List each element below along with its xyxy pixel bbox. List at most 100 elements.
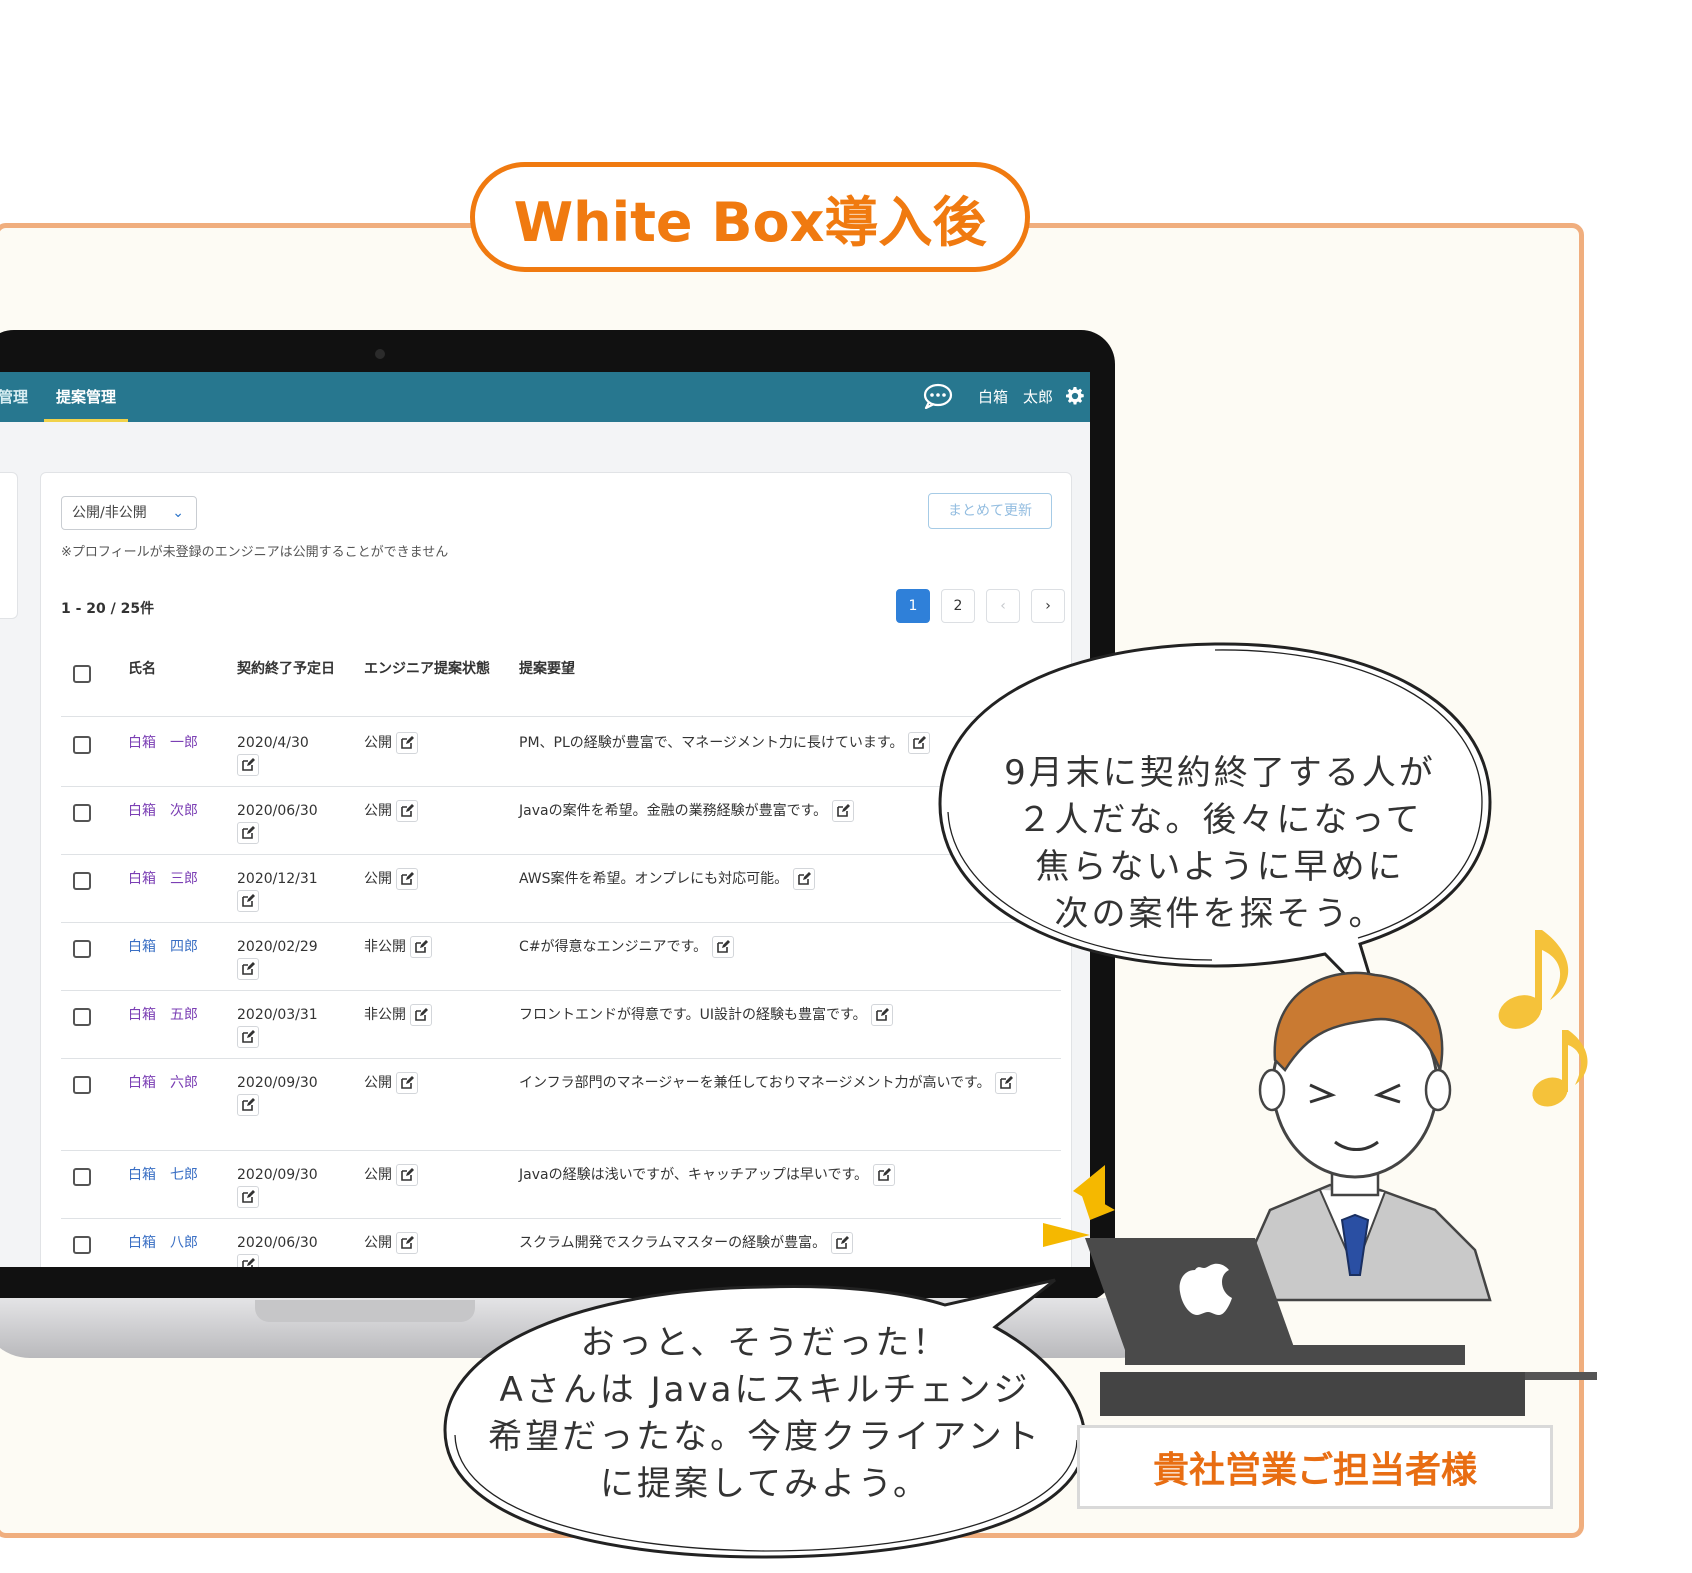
page-1-button[interactable]: 1 <box>896 589 930 623</box>
edit-icon[interactable] <box>237 958 259 980</box>
edit-icon[interactable] <box>396 1164 419 1186</box>
end-date-cell: 2020/03/31 <box>237 1004 347 1048</box>
status-cell: 非公開 <box>364 936 433 958</box>
end-date-cell: 2020/02/29 <box>237 936 347 980</box>
engineer-name-link[interactable]: 白箱 三郎 <box>128 868 198 890</box>
edit-icon[interactable] <box>237 890 259 912</box>
engineer-name-link[interactable]: 白箱 八郎 <box>128 1232 198 1254</box>
status-cell: 公開 <box>364 1164 419 1186</box>
status-cell: 公開 <box>364 1072 419 1094</box>
bubble-bottom-text: おっと、そうだった！ Aさんは Javaにスキルチェンジ 希望だったな。今度クラ… <box>455 1320 1075 1508</box>
request-cell: スクラム開発でスクラムマスターの経験が豊富。 <box>519 1232 1079 1254</box>
yellow-arrows-icon <box>1043 1165 1105 1247</box>
prev-page-button[interactable]: ‹ <box>986 589 1020 623</box>
proposal-card: 公開/非公開 ⌄ まとめて更新 ※プロフィールが未登録のエンジニアは公開すること… <box>40 472 1072 1267</box>
row-divider <box>61 1218 1061 1219</box>
bubble-right-line-3: 焦らないように早めに <box>1035 847 1405 887</box>
header-badge: White Box導入後 <box>470 162 1030 272</box>
edit-icon[interactable] <box>396 1072 419 1094</box>
engineer-name-link[interactable]: 白箱 六郎 <box>128 1072 198 1094</box>
page-2-button[interactable]: 2 <box>941 589 975 623</box>
row-checkbox[interactable] <box>73 872 91 890</box>
edit-icon[interactable] <box>237 1094 259 1116</box>
end-date-cell: 2020/09/30 <box>237 1164 347 1208</box>
bubble-bottom-line-2: Aさんは Javaにスキルチェンジ <box>499 1370 1031 1410</box>
edit-icon[interactable] <box>396 732 419 754</box>
edit-icon[interactable] <box>396 868 419 890</box>
engineer-name-link[interactable]: 白箱 四郎 <box>128 936 198 958</box>
gear-icon[interactable] <box>1066 387 1084 405</box>
end-date-cell: 2020/06/30 <box>237 1232 347 1267</box>
app-screen: 管理 提案管理 白箱 太郎 公開/非公開 ⌄ まとめて更新 ※プロフィールが未登… <box>0 372 1090 1267</box>
edit-icon[interactable] <box>396 800 419 822</box>
bubble-right-text: 9月末に契約終了する人が ２人だな。後々になって 焦らないように早めに 次の案件… <box>960 750 1480 938</box>
row-divider <box>61 990 1061 991</box>
edit-icon[interactable] <box>237 822 259 844</box>
edit-icon[interactable] <box>871 1004 894 1026</box>
desk <box>1100 1372 1525 1416</box>
edit-icon[interactable] <box>792 868 815 890</box>
row-checkbox[interactable] <box>73 736 91 754</box>
edit-icon[interactable] <box>237 1186 259 1208</box>
row-checkbox[interactable] <box>73 940 91 958</box>
row-divider <box>61 854 1061 855</box>
user-name[interactable]: 白箱 太郎 <box>978 372 1053 422</box>
end-date-cell: 2020/06/30 <box>237 800 347 844</box>
row-divider <box>61 786 1061 787</box>
column-header-request: 提案要望 <box>519 661 575 677</box>
end-date-cell: 2020/09/30 <box>237 1072 347 1116</box>
header-divider <box>61 716 1061 717</box>
engineer-name-link[interactable]: 白箱 一郎 <box>128 732 198 754</box>
select-all-checkbox[interactable] <box>73 665 91 683</box>
row-checkbox[interactable] <box>73 804 91 822</box>
row-checkbox[interactable] <box>73 1076 91 1094</box>
edit-icon[interactable] <box>711 936 734 958</box>
status-cell: 公開 <box>364 800 419 822</box>
top-nav-bar: 管理 提案管理 白箱 太郎 <box>0 372 1090 422</box>
tab-proposal-management[interactable]: 提案管理 <box>44 372 129 422</box>
next-page-button[interactable]: › <box>1031 589 1065 623</box>
edit-icon[interactable] <box>237 1254 259 1267</box>
engineer-name-link[interactable]: 白箱 七郎 <box>128 1164 198 1186</box>
left-panel-card <box>0 472 18 619</box>
salesperson-illustration <box>1080 930 1597 1380</box>
status-cell: 公開 <box>364 732 419 754</box>
end-date-cell: 2020/4/30 <box>237 732 347 776</box>
person-label: 貴社営業ご担当者様 <box>1077 1425 1553 1509</box>
edit-icon[interactable] <box>410 936 433 958</box>
edit-icon[interactable] <box>872 1164 895 1186</box>
chat-icon[interactable] <box>923 383 953 409</box>
edit-icon[interactable] <box>237 754 259 776</box>
bubble-right-line-2: ２人だな。後々になって <box>1017 800 1423 840</box>
tab-management[interactable]: 管理 <box>0 372 28 422</box>
edit-icon[interactable] <box>830 1232 853 1254</box>
result-count: 1 - 20 / 25件 <box>61 601 155 617</box>
bubble-right-line-1: 9月末に契約終了する人が <box>1004 753 1436 793</box>
column-header-status: エンジニア提案状態 <box>364 661 490 677</box>
edit-icon[interactable] <box>995 1072 1018 1094</box>
camera-icon <box>375 349 385 359</box>
row-checkbox[interactable] <box>73 1236 91 1254</box>
status-cell: 公開 <box>364 1232 419 1254</box>
row-checkbox[interactable] <box>73 1168 91 1186</box>
column-header-end-date: 契約終了予定日 <box>237 661 335 677</box>
music-note-icon <box>1498 930 1588 1107</box>
edit-icon[interactable] <box>396 1232 419 1254</box>
column-header-name: 氏名 <box>128 661 156 677</box>
status-cell: 非公開 <box>364 1004 433 1026</box>
row-divider <box>61 1058 1061 1059</box>
engineer-name-link[interactable]: 白箱 次郎 <box>128 800 198 822</box>
status-cell: 公開 <box>364 868 419 890</box>
edit-icon[interactable] <box>237 1026 259 1048</box>
row-divider <box>61 922 1061 923</box>
engineer-name-link[interactable]: 白箱 五郎 <box>128 1004 198 1026</box>
edit-icon[interactable] <box>907 732 930 754</box>
bulk-update-button[interactable]: まとめて更新 <box>928 493 1052 529</box>
visibility-filter-select[interactable]: 公開/非公開 ⌄ <box>61 496 197 530</box>
edit-icon[interactable] <box>831 800 854 822</box>
edit-icon[interactable] <box>410 1004 433 1026</box>
bubble-bottom-line-4: に提案してみよう。 <box>600 1464 930 1504</box>
row-divider <box>61 1150 1061 1151</box>
row-checkbox[interactable] <box>73 1008 91 1026</box>
request-cell: インフラ部門のマネージャーを兼任しておりマネージメント力が高いです。 <box>519 1072 1019 1094</box>
